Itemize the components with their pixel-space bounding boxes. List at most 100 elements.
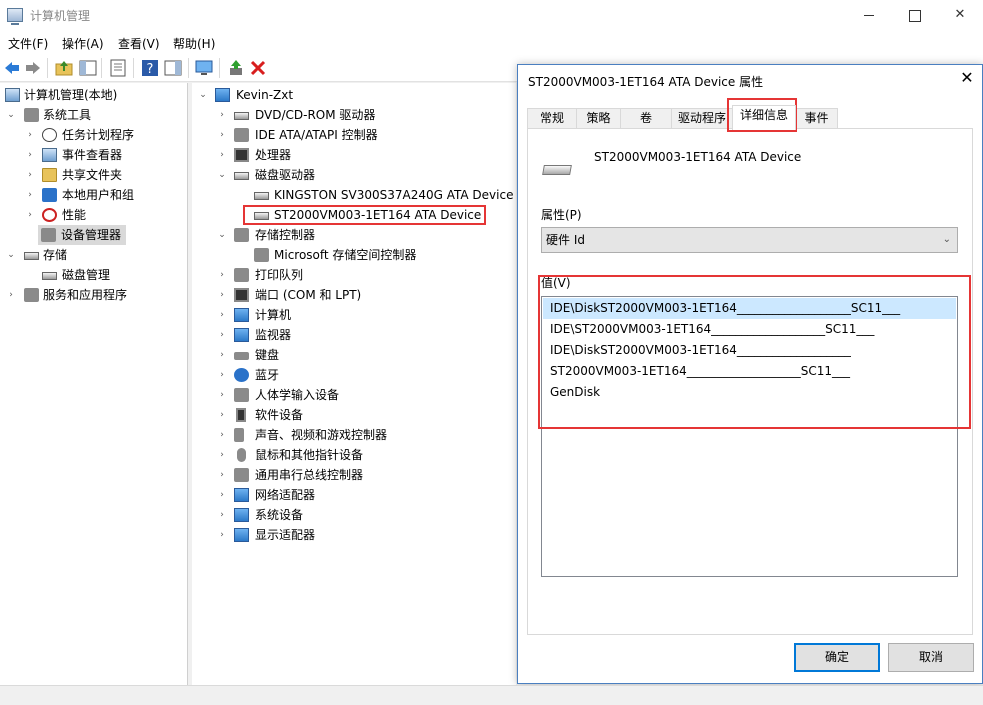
- ok-button[interactable]: 确定: [794, 643, 880, 672]
- tree-item-local-users[interactable]: › 本地用户和组: [0, 185, 188, 205]
- chevron-right-icon[interactable]: ›: [25, 145, 35, 165]
- chevron-down-icon[interactable]: ⌄: [6, 105, 16, 125]
- tree-item-bluetooth[interactable]: › 蓝牙: [192, 365, 516, 385]
- tree-item-print-queues[interactable]: › 打印队列: [192, 265, 516, 285]
- tree-item-performance[interactable]: › 性能: [0, 205, 188, 225]
- tree-item-task-scheduler[interactable]: › 任务计划程序: [0, 125, 188, 145]
- dialog-close-button[interactable]: ✕: [958, 69, 976, 87]
- chevron-down-icon[interactable]: ⌄: [217, 165, 227, 185]
- chevron-down-icon[interactable]: ⌄: [6, 245, 16, 265]
- chevron-right-icon[interactable]: ›: [217, 425, 227, 445]
- tree-item-ide[interactable]: › IDE ATA/ATAPI 控制器: [192, 125, 516, 145]
- tab-events[interactable]: 事件: [795, 108, 838, 129]
- tree-item-services-apps[interactable]: › 服务和应用程序: [0, 285, 188, 305]
- up-folder-icon[interactable]: [55, 59, 73, 77]
- back-icon[interactable]: [3, 59, 21, 77]
- help-icon[interactable]: ?: [141, 59, 159, 77]
- tree-item-software-devices[interactable]: › 软件设备: [192, 405, 516, 425]
- tree-item-storage-controllers[interactable]: ⌄ 存储控制器: [192, 225, 516, 245]
- chevron-right-icon[interactable]: ›: [217, 285, 227, 305]
- uninstall-icon[interactable]: [249, 59, 267, 77]
- chevron-right-icon[interactable]: ›: [217, 505, 227, 525]
- chevron-right-icon[interactable]: ›: [25, 185, 35, 205]
- chevron-right-icon[interactable]: ›: [217, 385, 227, 405]
- tree-item-processor[interactable]: › 处理器: [192, 145, 516, 165]
- chevron-right-icon[interactable]: ›: [217, 305, 227, 325]
- menu-help[interactable]: 帮助(H): [173, 35, 215, 52]
- chevron-right-icon[interactable]: ›: [25, 205, 35, 225]
- list-item[interactable]: ST2000VM003-1ET164___________________SC1…: [543, 361, 956, 382]
- update-driver-icon[interactable]: [227, 59, 245, 77]
- minimize-button[interactable]: [846, 0, 892, 30]
- show-hide-tree-icon[interactable]: [79, 59, 97, 77]
- tab-policies[interactable]: 策略: [576, 108, 621, 129]
- tree-item-st2000[interactable]: ST2000VM003-1ET164 ATA Device: [192, 205, 516, 225]
- monitor-icon[interactable]: [195, 59, 213, 77]
- tree-item-ports[interactable]: › 端口 (COM 和 LPT): [192, 285, 516, 305]
- tree-item-network[interactable]: › 网络适配器: [192, 485, 516, 505]
- tree-label: 人体学输入设备: [255, 388, 340, 402]
- list-item[interactable]: IDE\DiskST2000VM003-1ET164______________…: [543, 298, 956, 319]
- menu-view[interactable]: 查看(V): [118, 35, 160, 52]
- maximize-button[interactable]: [891, 0, 937, 30]
- tree-item-audio[interactable]: › 声音、视频和游戏控制器: [192, 425, 516, 445]
- chevron-right-icon[interactable]: ›: [217, 145, 227, 165]
- chevron-right-icon[interactable]: ›: [217, 445, 227, 465]
- tree-item-system-devices[interactable]: › 系统设备: [192, 505, 516, 525]
- chevron-right-icon[interactable]: ›: [217, 365, 227, 385]
- tree-item-storage[interactable]: ⌄ 存储: [0, 245, 188, 265]
- chevron-right-icon[interactable]: ›: [217, 525, 227, 545]
- chevron-right-icon[interactable]: ›: [217, 325, 227, 345]
- tab-driver[interactable]: 驱动程序: [671, 108, 733, 129]
- tree-item-dvd[interactable]: › DVD/CD-ROM 驱动器: [192, 105, 516, 125]
- dialog-title: ST2000VM003-1ET164 ATA Device 属性: [528, 75, 764, 89]
- value-list[interactable]: IDE\DiskST2000VM003-1ET164______________…: [541, 296, 958, 577]
- tree-item-disk-management[interactable]: 磁盘管理: [0, 265, 188, 285]
- chevron-down-icon[interactable]: ⌄: [217, 225, 227, 245]
- tree-item-hid[interactable]: › 人体学输入设备: [192, 385, 516, 405]
- list-item[interactable]: GenDisk: [543, 382, 956, 403]
- chevron-right-icon[interactable]: ›: [6, 285, 16, 305]
- tree-item-display-adapters[interactable]: › 显示适配器: [192, 525, 516, 545]
- chevron-down-icon[interactable]: ⌄: [198, 85, 208, 105]
- computer-management-icon: [5, 88, 20, 102]
- tree-item-system-tools[interactable]: ⌄ 系统工具: [0, 105, 188, 125]
- chevron-right-icon[interactable]: ›: [217, 405, 227, 425]
- tree-item-computer-management[interactable]: 计算机管理(本地): [0, 85, 188, 105]
- tree-item-disk-drives[interactable]: ⌄ 磁盘驱动器: [192, 165, 516, 185]
- list-item[interactable]: IDE\DiskST2000VM003-1ET164______________…: [543, 340, 956, 361]
- chevron-right-icon[interactable]: ›: [25, 125, 35, 145]
- chevron-right-icon[interactable]: ›: [217, 265, 227, 285]
- chevron-right-icon[interactable]: ›: [25, 165, 35, 185]
- chevron-right-icon[interactable]: ›: [217, 465, 227, 485]
- tree-item-monitors[interactable]: › 监视器: [192, 325, 516, 345]
- tab-general[interactable]: 常规: [527, 108, 577, 129]
- tree-item-keyboards[interactable]: › 键盘: [192, 345, 516, 365]
- close-button[interactable]: ✕: [937, 0, 983, 30]
- tree-item-event-viewer[interactable]: › 事件查看器: [0, 145, 188, 165]
- tree-item-shared-folders[interactable]: › 共享文件夹: [0, 165, 188, 185]
- properties-icon[interactable]: [109, 59, 127, 77]
- forward-icon[interactable]: [24, 59, 42, 77]
- chevron-right-icon[interactable]: ›: [217, 125, 227, 145]
- list-item[interactable]: IDE\ST2000VM003-1ET164__________________…: [543, 319, 956, 340]
- tree-item-usb[interactable]: › 通用串行总线控制器: [192, 465, 516, 485]
- tree-item-computer[interactable]: › 计算机: [192, 305, 516, 325]
- chevron-right-icon[interactable]: ›: [217, 105, 227, 125]
- chevron-right-icon[interactable]: ›: [217, 485, 227, 505]
- tree-item-device-manager[interactable]: 设备管理器: [38, 225, 126, 245]
- tree-item-mice[interactable]: › 鼠标和其他指针设备: [192, 445, 516, 465]
- menu-action[interactable]: 操作(A): [62, 35, 104, 52]
- tree-item-storage-spaces[interactable]: Microsoft 存储空间控制器: [192, 245, 516, 265]
- property-select[interactable]: 硬件 Id ⌄: [541, 227, 958, 253]
- tree-item-root[interactable]: ⌄ Kevin-Zxt: [192, 85, 516, 105]
- tree-label: 设备管理器: [61, 228, 122, 242]
- tab-volumes[interactable]: 卷: [620, 108, 672, 129]
- action-pane-icon[interactable]: [164, 59, 182, 77]
- tab-details[interactable]: 详细信息: [732, 105, 796, 130]
- menu-file[interactable]: 文件(F): [8, 35, 48, 52]
- chevron-right-icon[interactable]: ›: [217, 345, 227, 365]
- tree-item-kingston[interactable]: KINGSTON SV300S37A240G ATA Device: [192, 185, 516, 205]
- cancel-button[interactable]: 取消: [888, 643, 974, 672]
- tree-label: 蓝牙: [255, 368, 280, 382]
